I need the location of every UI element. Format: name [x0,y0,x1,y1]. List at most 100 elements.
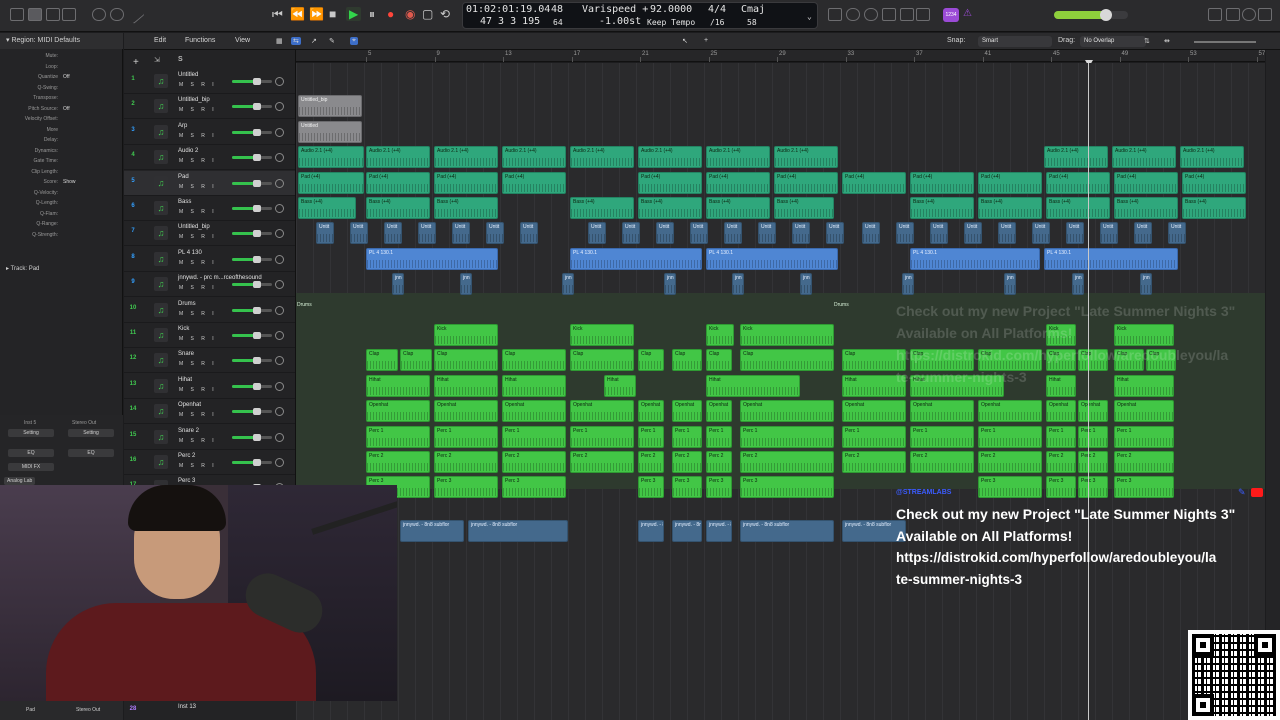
region-inspector-header[interactable]: ▾ Region: MIDI Defaults [0,33,123,49]
region[interactable]: Perc 2 [434,451,498,473]
region[interactable]: Untit [486,222,504,245]
timeline-ruler[interactable]: 5 9 13 17 21 25 29 33 37 41 45 49 53 57 [296,50,1265,62]
fader-knob[interactable] [253,433,261,441]
view-menu[interactable]: View [235,37,250,44]
region[interactable]: PL 4 130.1 [706,247,838,270]
mute-solo-record-buttons[interactable]: M S R I [179,260,217,266]
region[interactable]: Perc 2 [978,451,1042,473]
region[interactable]: Untit [896,222,914,245]
region[interactable]: Openhat [842,400,906,423]
pan-knob[interactable] [275,407,284,417]
browser-icon[interactable] [1258,8,1272,21]
region[interactable]: PL 4 130.1 [1044,247,1178,270]
region[interactable]: Perc 1 [366,425,430,448]
volume-knob[interactable] [1100,9,1112,21]
eq-button-left[interactable]: EQ [8,449,54,457]
track-header-row[interactable]: 5 ♫ Pad M S R I [124,170,295,196]
region[interactable]: jnn [664,273,676,296]
grid-view-icon[interactable]: ▦ [276,37,283,45]
region[interactable]: jnn [562,273,574,296]
region[interactable]: Audio 2.1 (+4) [366,146,430,169]
mute-solo-record-buttons[interactable]: M S R I [179,133,217,139]
region[interactable]: Bass (+4) [978,197,1042,219]
region[interactable]: Audio 2.1 (+4) [502,146,566,169]
region[interactable]: Pad (+4) [1114,171,1178,194]
region[interactable]: Perc 2 [638,451,664,473]
fader-knob[interactable] [253,154,261,162]
warning-icon[interactable]: ⚠ [963,8,972,19]
promo-link-cont[interactable]: te-summer-nights-3 [896,569,1276,591]
track-header-row[interactable]: 12 ♫ Snare M S R I [124,348,295,374]
tuner-icon[interactable] [900,8,914,21]
region[interactable]: Openhat [672,400,702,423]
region[interactable]: Untit [758,222,776,245]
pause-icon[interactable]: ⏸ [369,7,375,21]
region[interactable]: Openhat [1114,400,1174,423]
region[interactable]: Untit [724,222,742,245]
region[interactable]: Untit [862,222,880,245]
mute-solo-record-buttons[interactable]: M S R I [179,311,217,317]
lcd-display[interactable]: 01:02:01:19.04 47 3 3 195 48 64 Varispee… [462,2,818,29]
track-header-row[interactable]: 16 ♫ Perc 2 M S R I [124,450,295,475]
eq-button-right[interactable]: EQ [68,449,114,457]
promo-link[interactable]: https://distrokid.com/hyperfollow/aredou… [896,547,1276,569]
smart-controls-icon[interactable] [62,8,76,21]
region[interactable]: Perc 1 [672,425,702,448]
volume-fader[interactable] [232,207,272,210]
track-header-row[interactable]: 9 ♫ jnnywd. - prc m...rceofthesound M S R I [124,272,295,298]
volume-fader[interactable] [232,410,272,414]
region[interactable]: Hihat [366,374,430,397]
mute-solo-record-buttons[interactable]: M S R I [179,412,217,418]
pan-knob[interactable] [275,458,284,467]
region[interactable]: Bass (+4) [434,197,498,219]
region[interactable]: Openhat [1078,400,1108,423]
track-header-row[interactable]: 6 ♫ Bass M S R I [124,196,295,221]
region[interactable]: Bass (+4) [298,197,356,219]
region[interactable]: Untit [964,222,982,245]
volume-fader[interactable] [232,130,272,134]
region[interactable]: PL 4 130.1 [570,247,702,270]
pan-knob[interactable] [275,356,284,366]
region[interactable]: Perc 2 [842,451,906,473]
region[interactable]: Openhat [1046,400,1076,423]
region[interactable]: Perc 3 [638,476,664,499]
region[interactable]: Pad (+4) [638,171,702,194]
region[interactable]: Untit [588,222,606,245]
region[interactable]: Clap [706,349,732,372]
drag-select[interactable]: No Overlap [1080,36,1146,47]
region[interactable]: Perc 1 [978,425,1042,448]
region[interactable]: jnnywd. - 8n8 subflor [638,520,664,542]
volume-fader[interactable] [232,181,272,185]
region[interactable]: jnn [902,273,914,296]
track-inspector-header[interactable]: ▸ Track: Pad [6,265,39,272]
region[interactable]: Kick [706,324,734,346]
region[interactable]: Pad (+4) [298,171,364,194]
region[interactable]: Untit [1066,222,1084,245]
track-header-row[interactable]: 3 ♫ Arp M S R I [124,120,295,145]
volume-fader[interactable] [232,435,272,439]
region[interactable]: Audio 2.1 (+4) [774,146,838,169]
region[interactable]: Untit [1032,222,1050,245]
pan-knob[interactable] [275,77,284,86]
region[interactable]: Bass (+4) [1182,197,1246,219]
region[interactable]: Untit [452,222,470,245]
region[interactable]: Untit [690,222,708,245]
functions-menu[interactable]: Functions [185,37,215,44]
flex-icon[interactable]: ⌖ [350,37,358,45]
volume-fader[interactable] [232,232,272,236]
pan-knob[interactable] [275,178,284,188]
region[interactable]: Untit [1134,222,1152,245]
go-to-beginning-icon[interactable]: ⏮ [272,7,283,21]
catch-icon[interactable]: ⇆ [291,37,301,45]
region[interactable]: Untit [930,222,948,245]
edit-menu[interactable]: Edit [154,37,166,44]
region[interactable]: Bass (+4) [366,197,430,219]
fader-knob[interactable] [253,281,261,289]
region[interactable]: jnn [1004,273,1016,296]
track-header-row[interactable]: 1 ♫ Untitled M S R I [124,69,295,94]
mute-solo-record-buttons[interactable]: M S R I [179,158,217,164]
fader-knob[interactable] [253,332,261,339]
region[interactable]: Perc 1 [1078,425,1108,448]
region[interactable]: Clap [366,349,398,372]
track-header-row[interactable]: 11 ♫ Kick M S R I [124,323,295,348]
